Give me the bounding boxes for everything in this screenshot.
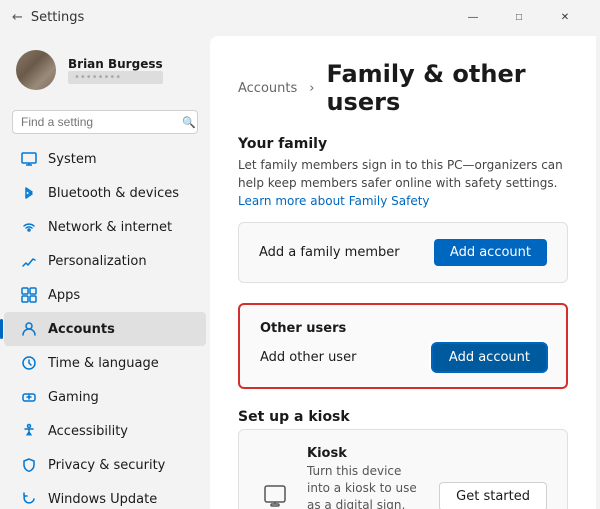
kiosk-get-started-button[interactable]: Get started <box>439 482 547 509</box>
sidebar-item-update[interactable]: Windows Update <box>4 482 206 509</box>
user-section: Brian Burgess •••••••• <box>0 40 210 106</box>
sidebar-item-bluetooth[interactable]: Bluetooth & devices <box>4 176 206 210</box>
bluetooth-icon <box>20 184 38 202</box>
time-label: Time & language <box>48 356 159 371</box>
other-users-section-title: Other users <box>260 321 546 336</box>
system-icon <box>20 150 38 168</box>
sidebar-item-gaming[interactable]: Gaming <box>4 380 206 414</box>
avatar <box>16 50 56 90</box>
breadcrumb: Accounts <box>238 81 297 96</box>
sidebar-item-accounts[interactable]: Accounts <box>4 312 206 346</box>
family-section: Your family Let family members sign in t… <box>238 136 568 283</box>
sidebar-item-personalization[interactable]: Personalization <box>4 244 206 278</box>
kiosk-section-title: Set up a kiosk <box>238 409 568 425</box>
kiosk-title: Kiosk <box>307 446 423 461</box>
add-family-button[interactable]: Add account <box>434 239 547 266</box>
time-icon <box>20 354 38 372</box>
apps-icon <box>20 286 38 304</box>
main-content: Accounts › Family & other users Your fam… <box>210 36 596 509</box>
system-label: System <box>48 152 96 167</box>
accessibility-icon <box>20 422 38 440</box>
kiosk-content: Kiosk Turn this device into a kiosk to u… <box>307 446 423 509</box>
other-users-card: Other users Add other user Add account <box>238 303 568 389</box>
learn-more-link[interactable]: Learn more about Family Safety <box>238 194 430 208</box>
bluetooth-label: Bluetooth & devices <box>48 186 179 201</box>
kiosk-card: Kiosk Turn this device into a kiosk to u… <box>238 429 568 509</box>
search-input[interactable] <box>21 115 176 129</box>
gaming-icon <box>20 388 38 406</box>
sidebar-item-accessibility[interactable]: Accessibility <box>4 414 206 448</box>
add-other-user-label: Add other user <box>260 350 356 365</box>
user-name: Brian Burgess <box>68 57 163 71</box>
add-family-card: Add a family member Add account <box>238 222 568 283</box>
gaming-label: Gaming <box>48 390 99 405</box>
update-icon <box>20 490 38 508</box>
family-section-desc: Let family members sign in to this PC—or… <box>238 156 568 210</box>
sidebar: Brian Burgess •••••••• 🔍 System Bluetoot… <box>0 32 210 509</box>
add-other-user-button[interactable]: Add account <box>433 344 546 371</box>
page-title: Family & other users <box>326 60 568 116</box>
personalization-label: Personalization <box>48 254 147 269</box>
page-header: Accounts › Family & other users <box>238 60 568 116</box>
sidebar-item-network[interactable]: Network & internet <box>4 210 206 244</box>
privacy-icon <box>20 456 38 474</box>
user-detail: •••••••• <box>68 71 163 84</box>
apps-label: Apps <box>48 288 80 303</box>
breadcrumb-separator: › <box>309 81 314 96</box>
sidebar-item-privacy[interactable]: Privacy & security <box>4 448 206 482</box>
sidebar-item-apps[interactable]: Apps <box>4 278 206 312</box>
accessibility-label: Accessibility <box>48 424 128 439</box>
kiosk-desc: Turn this device into a kiosk to use as … <box>307 463 423 509</box>
accounts-icon <box>20 320 38 338</box>
kiosk-section: Set up a kiosk Kiosk Turn this device in… <box>238 409 568 509</box>
add-family-label: Add a family member <box>259 245 400 260</box>
privacy-label: Privacy & security <box>48 458 165 473</box>
network-icon <box>20 218 38 236</box>
search-box[interactable]: 🔍 <box>12 110 198 134</box>
sidebar-item-time[interactable]: Time & language <box>4 346 206 380</box>
personalization-icon <box>20 252 38 270</box>
family-section-title: Your family <box>238 136 568 152</box>
accounts-label: Accounts <box>48 322 115 337</box>
sidebar-item-system[interactable]: System <box>4 142 206 176</box>
network-label: Network & internet <box>48 220 172 235</box>
update-label: Windows Update <box>48 492 157 507</box>
avatar-image <box>16 50 56 90</box>
kiosk-icon <box>259 480 291 509</box>
search-icon: 🔍 <box>182 116 196 129</box>
other-users-section: Other users Add other user Add account <box>238 303 568 389</box>
